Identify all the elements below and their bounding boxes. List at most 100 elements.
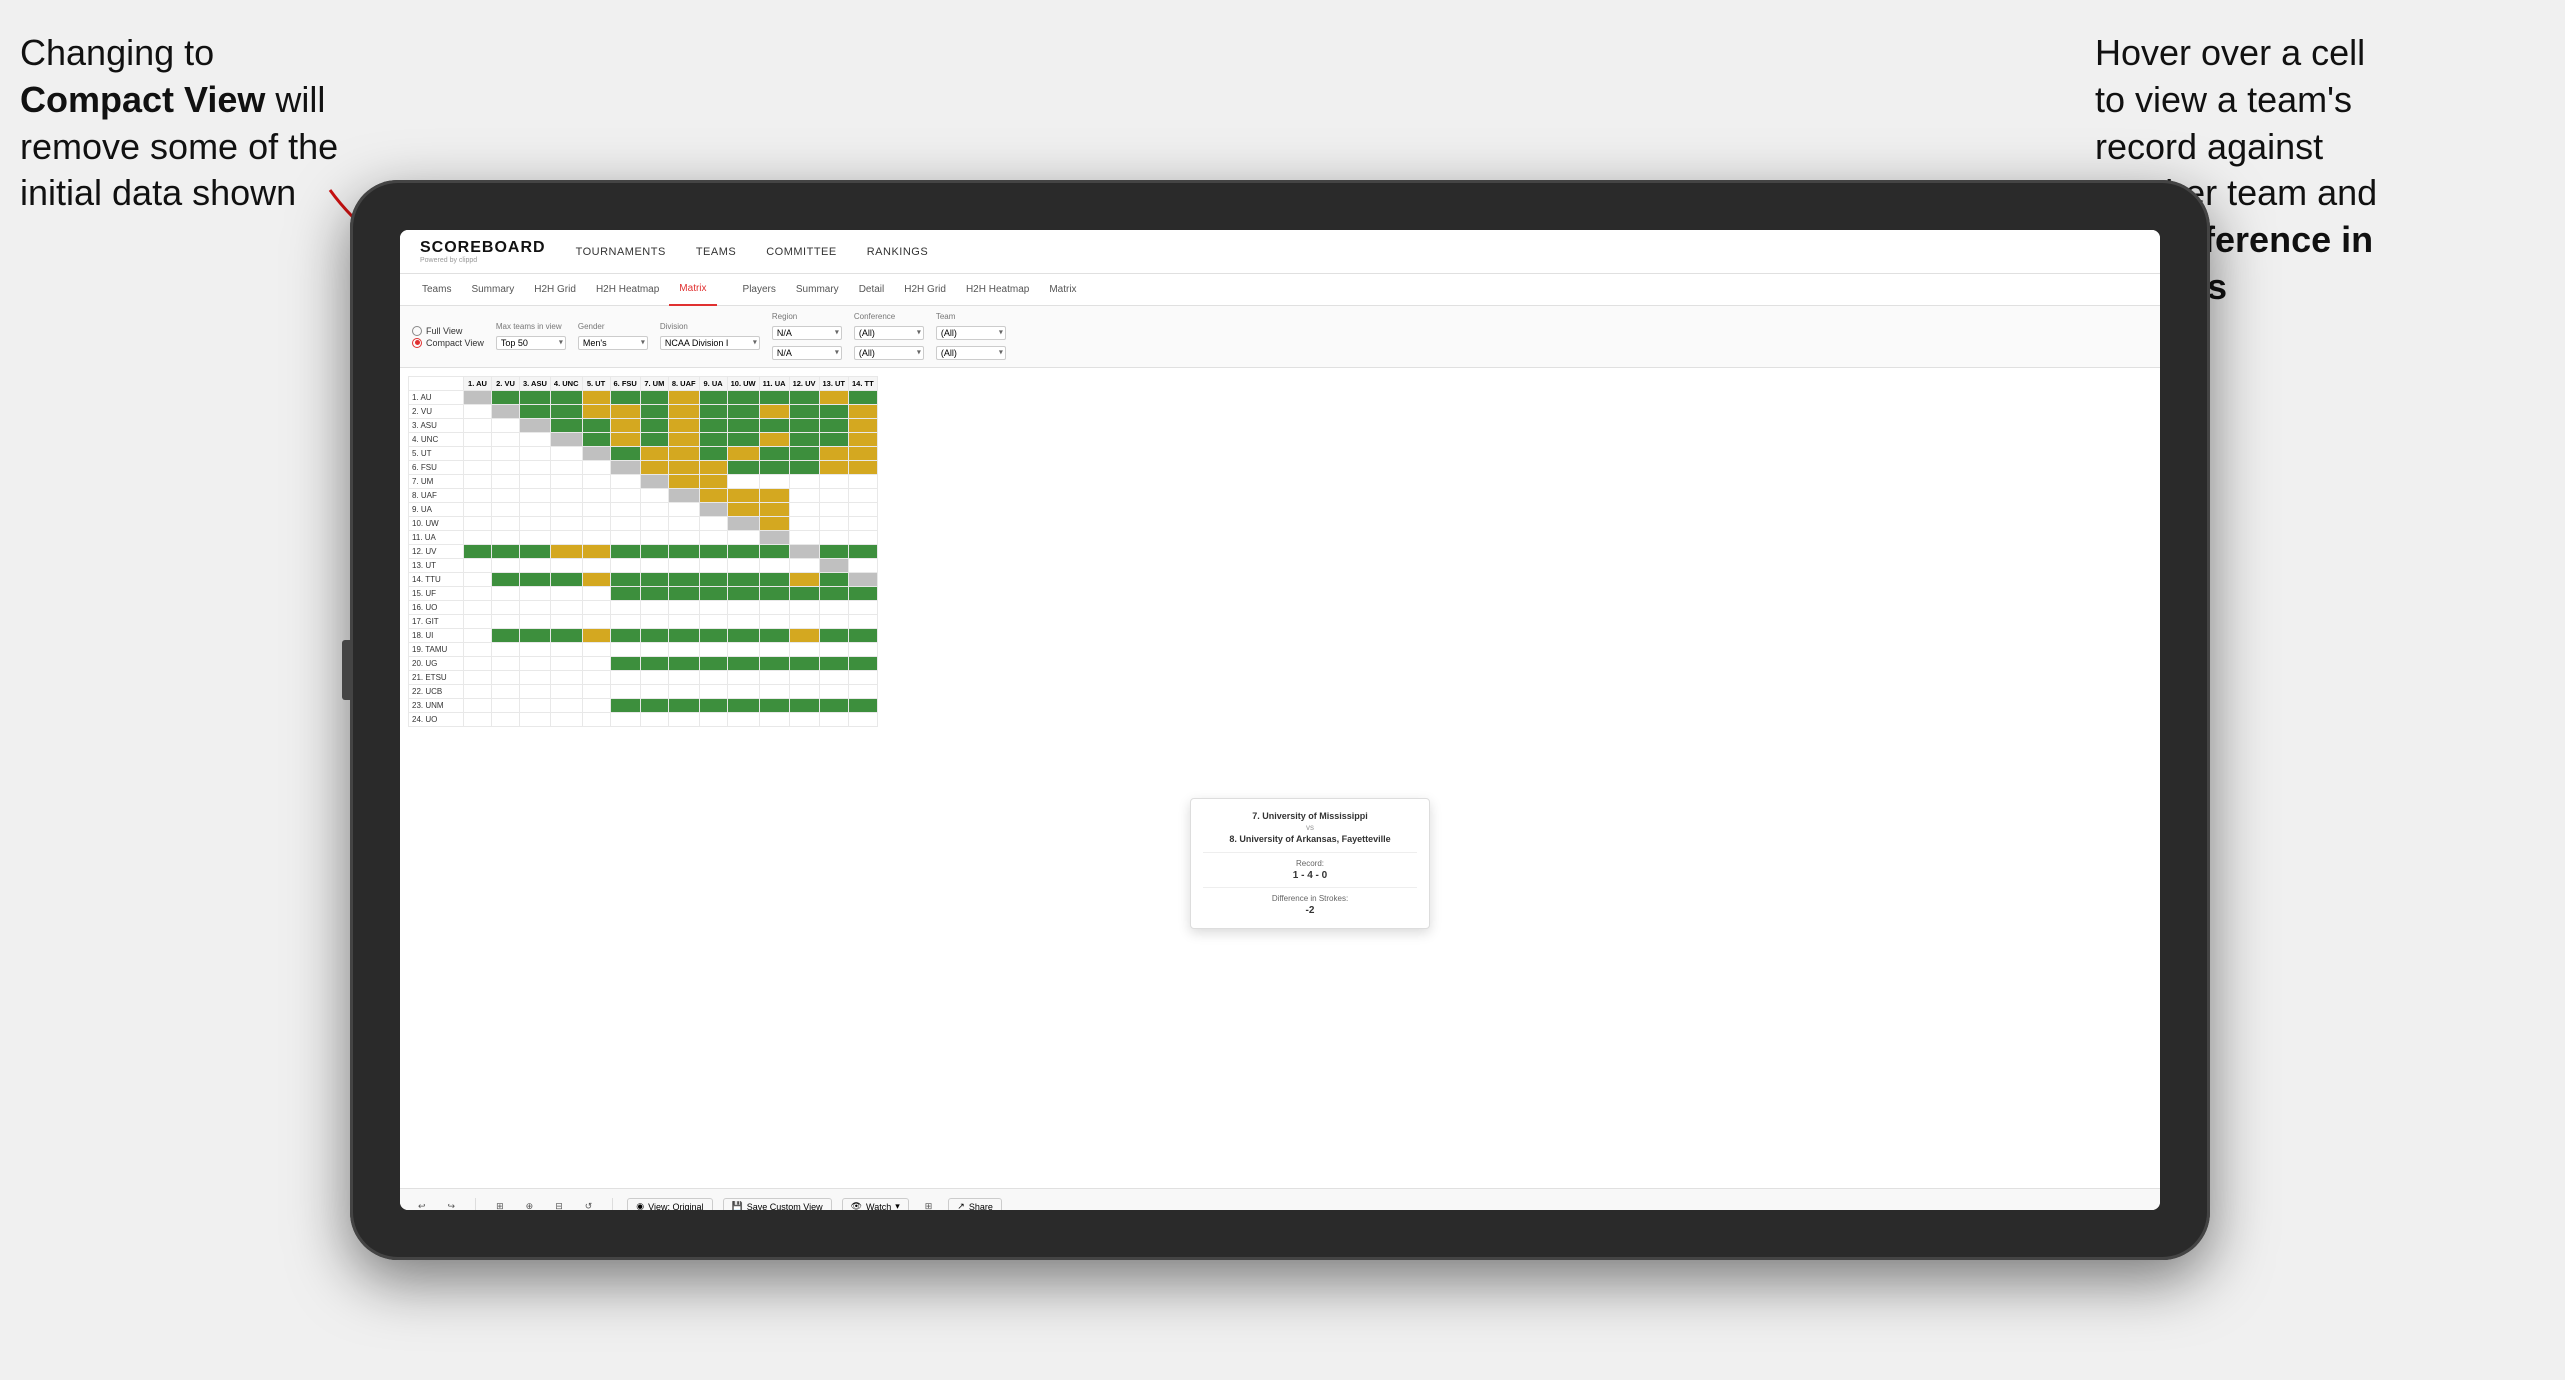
matrix-cell[interactable] [759,629,789,643]
matrix-cell[interactable] [550,643,582,657]
matrix-cell[interactable] [610,587,640,601]
matrix-cell[interactable] [640,419,668,433]
matrix-cell[interactable] [520,391,551,405]
matrix-cell[interactable] [789,643,819,657]
matrix-cell[interactable] [789,685,819,699]
matrix-cell[interactable] [520,559,551,573]
matrix-cell[interactable] [492,419,520,433]
matrix-cell[interactable] [727,643,759,657]
matrix-cell[interactable] [849,433,878,447]
matrix-cell[interactable] [520,475,551,489]
matrix-cell[interactable] [492,615,520,629]
matrix-cell[interactable] [492,573,520,587]
matrix-cell[interactable] [699,587,727,601]
matrix-cell[interactable] [492,629,520,643]
matrix-cell[interactable] [759,573,789,587]
matrix-cell[interactable] [727,615,759,629]
matrix-cell[interactable] [550,461,582,475]
matrix-cell[interactable] [819,517,849,531]
matrix-cell[interactable] [727,419,759,433]
matrix-cell[interactable] [610,447,640,461]
matrix-cell[interactable] [819,629,849,643]
matrix-cell[interactable] [640,699,668,713]
matrix-cell[interactable] [849,615,878,629]
subnav-players-matrix[interactable]: Matrix [1039,274,1086,306]
matrix-cell[interactable] [668,587,699,601]
matrix-cell[interactable] [582,629,610,643]
matrix-cell[interactable] [789,517,819,531]
matrix-cell[interactable] [819,503,849,517]
matrix-cell[interactable] [610,489,640,503]
matrix-cell[interactable] [759,419,789,433]
matrix-cell[interactable] [550,405,582,419]
matrix-cell[interactable] [520,587,551,601]
gender-select[interactable]: Men's [578,336,648,350]
matrix-cell[interactable] [727,587,759,601]
matrix-cell[interactable] [668,657,699,671]
matrix-cell[interactable] [492,685,520,699]
matrix-cell[interactable] [640,531,668,545]
matrix-cell[interactable] [582,517,610,531]
grid-button[interactable]: ⊞ [919,1199,939,1210]
matrix-cell[interactable] [520,447,551,461]
matrix-cell[interactable] [759,657,789,671]
matrix-cell[interactable] [610,629,640,643]
matrix-cell[interactable] [699,657,727,671]
matrix-cell[interactable] [464,601,492,615]
matrix-cell[interactable] [492,601,520,615]
matrix-cell[interactable] [759,545,789,559]
matrix-cell[interactable] [582,461,610,475]
matrix-cell[interactable] [610,601,640,615]
matrix-cell[interactable] [789,419,819,433]
matrix-cell[interactable] [849,419,878,433]
nav-teams[interactable]: TEAMS [696,246,736,258]
matrix-cell[interactable] [789,475,819,489]
matrix-cell[interactable] [520,405,551,419]
matrix-cell[interactable] [759,461,789,475]
matrix-cell[interactable] [727,699,759,713]
matrix-cell[interactable] [492,545,520,559]
matrix-cell[interactable] [520,433,551,447]
matrix-cell[interactable] [610,461,640,475]
matrix-cell[interactable] [640,517,668,531]
matrix-cell[interactable] [492,405,520,419]
share-button[interactable]: ↗ Share [948,1198,1002,1210]
matrix-cell[interactable] [582,643,610,657]
matrix-cell[interactable] [699,615,727,629]
matrix-cell[interactable] [610,475,640,489]
subnav-matrix[interactable]: Matrix [669,274,716,306]
matrix-cell[interactable] [550,433,582,447]
matrix-cell[interactable] [640,461,668,475]
matrix-cell[interactable] [640,615,668,629]
matrix-cell[interactable] [759,503,789,517]
matrix-cell[interactable] [582,433,610,447]
matrix-cell[interactable] [819,531,849,545]
matrix-cell[interactable] [668,671,699,685]
matrix-cell[interactable] [759,601,789,615]
matrix-cell[interactable] [668,699,699,713]
subnav-summary[interactable]: Summary [461,274,524,306]
matrix-cell[interactable] [492,461,520,475]
matrix-cell[interactable] [849,713,878,727]
matrix-cell[interactable] [789,391,819,405]
matrix-cell[interactable] [849,643,878,657]
matrix-cell[interactable] [789,503,819,517]
matrix-cell[interactable] [819,447,849,461]
matrix-cell[interactable] [819,405,849,419]
matrix-cell[interactable] [819,587,849,601]
matrix-cell[interactable] [727,391,759,405]
matrix-cell[interactable] [492,433,520,447]
matrix-cell[interactable] [668,713,699,727]
matrix-cell[interactable] [819,559,849,573]
matrix-cell[interactable] [550,699,582,713]
matrix-cell[interactable] [849,629,878,643]
matrix-cell[interactable] [610,699,640,713]
matrix-cell[interactable] [550,573,582,587]
matrix-cell[interactable] [610,685,640,699]
matrix-cell[interactable] [789,489,819,503]
watch-button[interactable]: 👁 Watch ▾ [842,1198,909,1210]
matrix-cell[interactable] [582,391,610,405]
matrix-cell[interactable] [727,657,759,671]
matrix-cell[interactable] [610,517,640,531]
matrix-cell[interactable] [699,559,727,573]
